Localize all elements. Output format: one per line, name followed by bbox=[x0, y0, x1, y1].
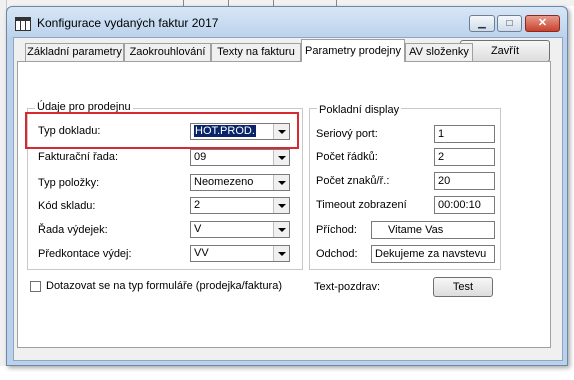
warehouse-code-value: 2 bbox=[194, 199, 201, 211]
item-type-label: Typ položky: bbox=[38, 177, 100, 189]
chevron-down-icon[interactable] bbox=[273, 198, 289, 213]
item-type-select[interactable]: Neomezeno bbox=[190, 174, 290, 191]
test-button[interactable]: Test bbox=[433, 277, 493, 297]
issue-slip-series-value: V bbox=[194, 223, 202, 235]
issue-slip-series-label: Řada výdejek: bbox=[38, 224, 108, 236]
chevron-down-icon[interactable] bbox=[273, 175, 289, 190]
display-timeout-field[interactable]: 00:00:10 bbox=[434, 196, 495, 214]
chars-per-row-field[interactable]: 20 bbox=[434, 172, 495, 190]
ask-form-type-checkbox[interactable] bbox=[30, 281, 41, 292]
serial-port-field[interactable]: 1 bbox=[434, 125, 495, 143]
tab-basic-parameters[interactable]: Základní parametry bbox=[25, 43, 124, 61]
highlight-rectangle bbox=[25, 112, 299, 149]
title-bar[interactable]: Konfigurace vydaných faktur 2017 ▁ □ ✕ bbox=[7, 7, 567, 37]
issue-precontact-label: Předkontace výdej: bbox=[38, 248, 132, 260]
close-icon: ✕ bbox=[537, 17, 548, 29]
arrival-text-value: Vitame Vas bbox=[388, 224, 444, 236]
arrival-label: Příchod: bbox=[316, 224, 357, 236]
issue-precontact-select[interactable]: VV bbox=[190, 245, 290, 262]
chars-per-row-value: 20 bbox=[438, 175, 451, 187]
issue-precontact-value: VV bbox=[194, 247, 209, 259]
invoice-series-label: Fakturační řada: bbox=[38, 151, 119, 163]
departure-label: Odchod: bbox=[316, 248, 358, 260]
tab-rounding[interactable]: Zaokrouhlování bbox=[124, 43, 211, 61]
chars-per-row-label: Počet znaků/ř.: bbox=[316, 175, 390, 187]
warehouse-code-label: Kód skladu: bbox=[38, 200, 96, 212]
display-timeout-label: Timeout zobrazení bbox=[316, 199, 407, 211]
chevron-down-icon[interactable] bbox=[273, 150, 289, 165]
cash-display-group-title: Pokladní display bbox=[317, 104, 402, 116]
invoice-series-value: 09 bbox=[194, 151, 207, 163]
row-count-field[interactable]: 2 bbox=[434, 148, 495, 166]
warehouse-code-select[interactable]: 2 bbox=[190, 197, 290, 214]
window-title: Konfigurace vydaných faktur 2017 bbox=[37, 16, 219, 30]
serial-port-label: Seriový port: bbox=[316, 128, 378, 140]
ask-form-type-label: Dotazovat se na typ formuláře (prodejka/… bbox=[46, 280, 283, 292]
display-timeout-value: 00:00:10 bbox=[438, 199, 481, 211]
issue-slip-series-select[interactable]: V bbox=[190, 221, 290, 238]
departure-text-field[interactable]: Dekujeme za navstevu bbox=[371, 245, 495, 263]
chevron-down-icon[interactable] bbox=[273, 222, 289, 237]
maximize-icon: □ bbox=[506, 18, 513, 29]
invoice-series-select[interactable]: 09 bbox=[190, 149, 290, 166]
row-count-label: Počet řádků: bbox=[316, 151, 378, 163]
maximize-button[interactable]: □ bbox=[497, 15, 522, 32]
item-type-value: Neomezeno bbox=[194, 176, 254, 188]
row-count-value: 2 bbox=[438, 151, 445, 163]
window-table-icon bbox=[15, 17, 31, 31]
arrival-text-field[interactable]: Vitame Vas bbox=[371, 221, 495, 239]
tab-store-parameters[interactable]: Parametry prodejny bbox=[301, 39, 405, 62]
tab-invoice-texts[interactable]: Texty na fakturu bbox=[211, 43, 301, 61]
serial-port-value: 1 bbox=[438, 128, 445, 140]
tab-av-slips[interactable]: AV složenky bbox=[405, 43, 473, 61]
chevron-down-icon[interactable] bbox=[273, 246, 289, 261]
minimize-icon: ▁ bbox=[478, 18, 486, 29]
background-bottom-strip bbox=[0, 366, 574, 380]
text-greeting-label: Text-pozdrav: bbox=[314, 281, 381, 293]
minimize-button[interactable]: ▁ bbox=[469, 15, 495, 32]
close-dialog-button[interactable]: Zavřít bbox=[460, 40, 550, 62]
departure-text-value: Dekujeme za navstevu bbox=[375, 248, 487, 260]
close-window-button[interactable]: ✕ bbox=[525, 15, 560, 32]
